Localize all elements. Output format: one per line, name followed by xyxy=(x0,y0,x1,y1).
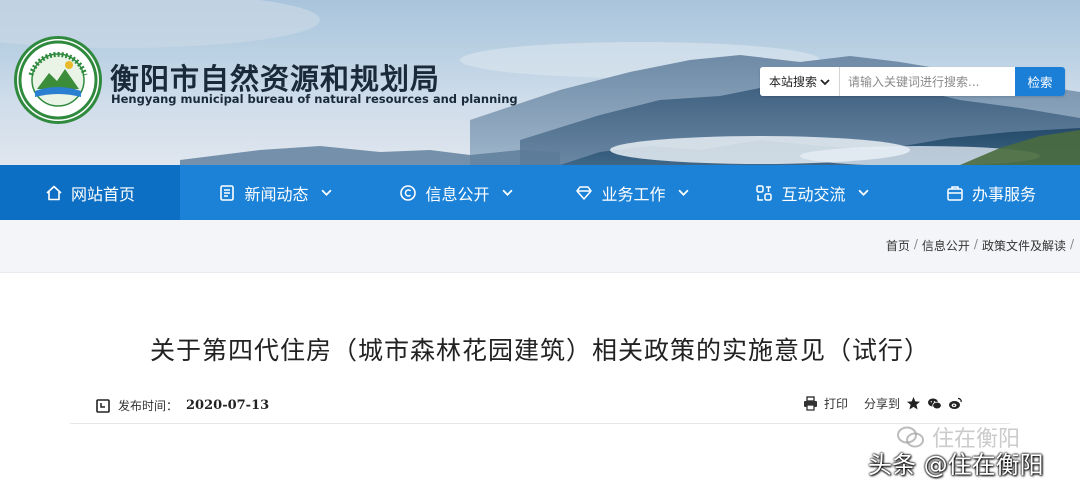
site-subtitle: Hengyang municipal bureau of natural res… xyxy=(111,92,518,106)
header-banner: 衡阳市自然资源和规划局 Hengyang municipal bureau of… xyxy=(0,0,1080,165)
search-bar: 本站搜索 检索 xyxy=(760,67,1065,96)
nav-label-services: 办事服务 xyxy=(971,184,1036,204)
nav-item-news[interactable]: 新闻动态 xyxy=(180,165,370,220)
search-button[interactable]: 检索 xyxy=(1015,67,1065,96)
print-link[interactable]: 打印 xyxy=(824,395,848,412)
nav-label-interaction: 互动交流 xyxy=(781,184,846,204)
chevron-down-icon xyxy=(320,189,332,196)
printer-icon[interactable] xyxy=(803,396,818,411)
breadcrumb-bar: 首页 / 信息公开 / 政策文件及解读 / xyxy=(0,220,1080,272)
chevron-down-icon xyxy=(677,189,689,196)
logo-emblem-icon xyxy=(18,40,98,120)
weibo-icon[interactable] xyxy=(948,396,963,411)
nav-item-services[interactable]: 办事服务 xyxy=(902,165,1080,220)
diamond-icon xyxy=(576,185,593,200)
article-card: 关于第四代住房（城市森林花园建筑）相关政策的实施意见（试行） 发布时间： 202… xyxy=(0,272,1080,486)
bureau-logo[interactable] xyxy=(14,36,102,124)
search-scope-select[interactable]: 本站搜索 xyxy=(760,67,840,96)
article-title: 关于第四代住房（城市森林花园建筑）相关政策的实施意见（试行） xyxy=(149,336,930,365)
chevron-down-icon xyxy=(820,78,830,85)
chevron-down-icon xyxy=(857,189,869,196)
publish-meta: 发布时间： 2020-07-13 xyxy=(96,397,269,414)
breadcrumb-separator: / xyxy=(1069,237,1074,251)
home-icon xyxy=(46,185,62,200)
article-tools: 打印 分享到 xyxy=(803,395,963,412)
nav-item-interaction[interactable]: 互动交流 xyxy=(722,165,902,220)
service-icon xyxy=(947,185,963,201)
breadcrumb-separator: / xyxy=(913,237,918,251)
search-scope-label: 本站搜索 xyxy=(768,75,817,89)
nav-label-home: 网站首页 xyxy=(70,184,135,204)
star-icon[interactable] xyxy=(906,396,921,411)
nav-item-home[interactable]: 网站首页 xyxy=(0,165,180,220)
nav-label-news: 新闻动态 xyxy=(244,184,309,204)
publish-label: 发布时间： xyxy=(118,399,179,413)
copyright-icon xyxy=(400,184,417,201)
watermark-toutiao: 头条 @住在衡阳 xyxy=(868,451,1044,479)
main-nav: 网站首页 新闻动态 信息公开 业务工作 互动交流 办事服务 xyxy=(0,165,1080,220)
nav-label-info: 信息公开 xyxy=(425,184,490,204)
nav-item-business[interactable]: 业务工作 xyxy=(542,165,722,220)
nav-item-info[interactable]: 信息公开 xyxy=(370,165,542,220)
wechat-icon[interactable] xyxy=(927,396,942,411)
breadcrumb: 首页 / 信息公开 / 政策文件及解读 / xyxy=(886,237,1074,254)
search-input[interactable] xyxy=(840,67,1015,96)
publish-date: 2020-07-13 xyxy=(186,398,270,413)
interaction-icon xyxy=(756,184,773,201)
share-label: 分享到 xyxy=(864,397,901,411)
breadcrumb-info[interactable]: 信息公开 xyxy=(922,237,970,254)
breadcrumb-separator: / xyxy=(973,237,978,251)
divider xyxy=(70,423,1010,424)
breadcrumb-policy[interactable]: 政策文件及解读 xyxy=(982,237,1066,254)
nav-label-business: 业务工作 xyxy=(601,184,666,204)
breadcrumb-home[interactable]: 首页 xyxy=(886,237,910,254)
chevron-down-icon xyxy=(501,189,513,196)
document-icon xyxy=(220,184,235,201)
calendar-icon xyxy=(96,398,110,413)
